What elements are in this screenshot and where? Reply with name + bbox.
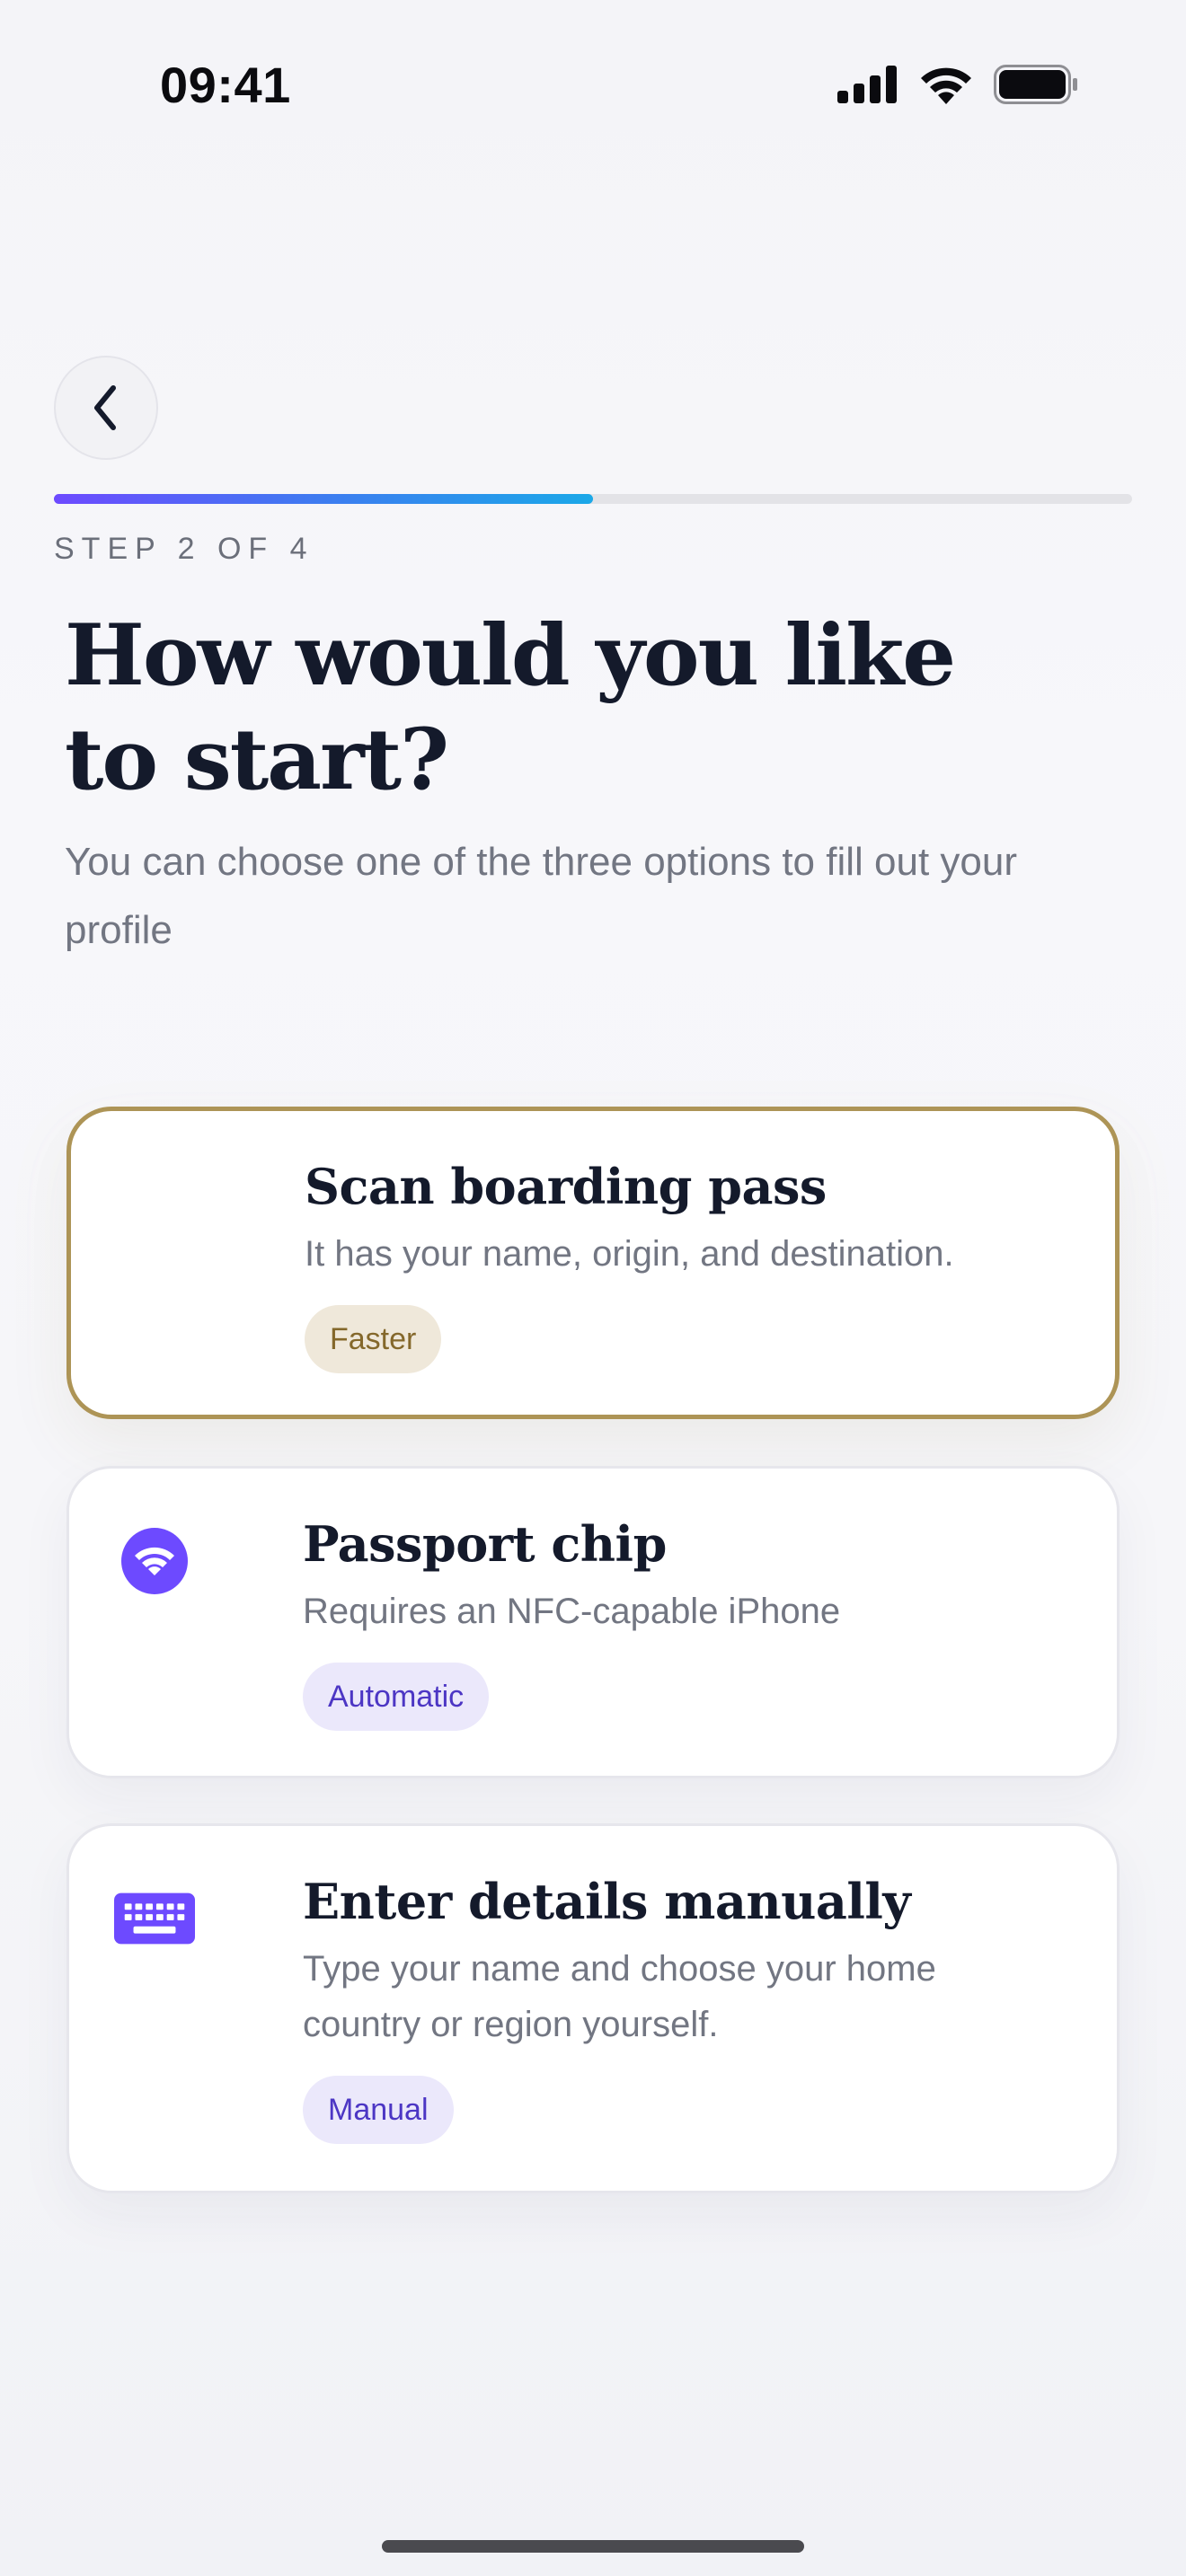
status-bar: 09:41 [0,0,1186,171]
page-title-line1: How would you like [65,606,956,705]
back-button[interactable] [54,356,158,460]
cellular-signal-icon [837,66,897,103]
option-enter-manually[interactable]: Enter details manually Type your name an… [66,1823,1120,2193]
option-badge: Manual [303,2076,454,2144]
page-subtitle: You can choose one of the three options … [65,840,1017,952]
option-scan-boarding-pass[interactable]: Scan boarding pass It has your name, ori… [66,1107,1120,1419]
progress-bar [54,494,1132,504]
option-badge: Faster [305,1305,442,1373]
page-title: How would you like to start? [65,604,963,812]
option-description: Requires an NFC-capable iPhone [303,1592,841,1631]
home-indicator [382,2540,804,2553]
page-title-line2: to start? [65,710,449,809]
wireless-chip-icon [114,1521,195,1601]
wifi-icon [921,67,971,104]
option-description: It has your name, origin, and destinatio… [305,1234,954,1274]
option-title: Passport chip [303,1515,667,1573]
option-title: Enter details manually [303,1873,911,1930]
chevron-left-icon [94,385,116,430]
step-label: STEP 2 OF 4 [54,532,314,566]
option-badge: Automatic [303,1663,490,1731]
status-icons [837,65,1078,104]
battery-icon [994,65,1077,104]
option-description: Type your name and choose your home coun… [303,1949,936,2044]
option-passport-chip[interactable]: Passport chip Requires an NFC-capable iP… [66,1466,1120,1778]
keyboard-icon [114,1878,195,1959]
option-title: Scan boarding pass [305,1158,827,1215]
status-time: 09:41 [160,57,291,113]
progress-fill [54,494,593,504]
